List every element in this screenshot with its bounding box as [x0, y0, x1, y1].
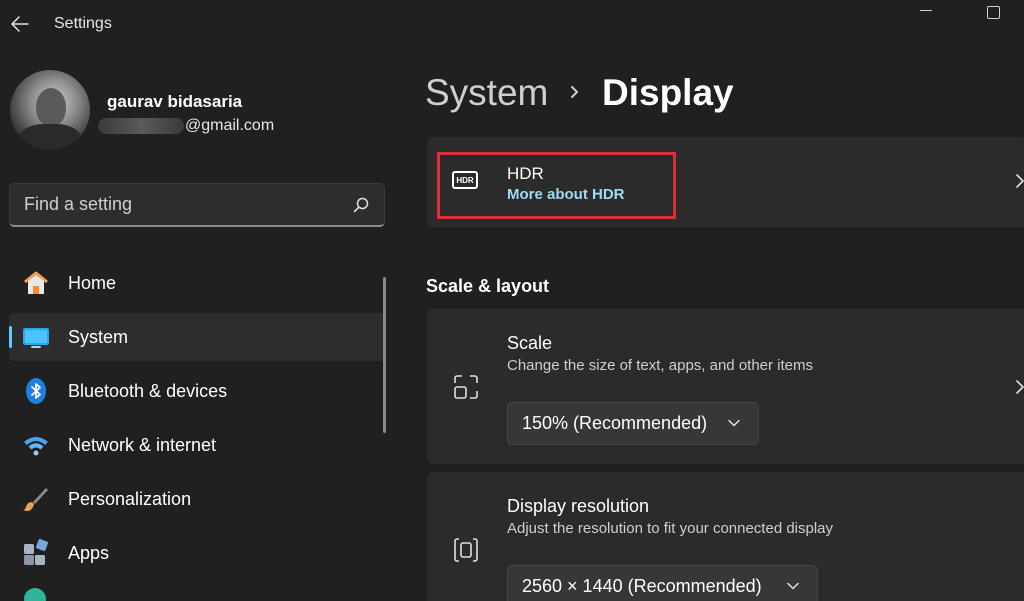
chevron-down-icon [728, 419, 740, 427]
chevron-right-icon [1016, 380, 1024, 394]
search-box[interactable] [9, 183, 385, 227]
sidebar-item-label: Apps [68, 543, 110, 563]
sidebar-item-label: Network & internet [68, 435, 217, 455]
scale-icon [454, 375, 478, 399]
display-resolution-description: Adjust the resolution to fit your connec… [507, 520, 834, 537]
sidebar-item-label: Personalization [68, 489, 192, 509]
section-title: Scale & layout [426, 276, 550, 296]
sidebar-item-next-icon [24, 588, 46, 601]
active-indicator [9, 326, 12, 348]
breadcrumb-parent[interactable]: System [425, 72, 548, 114]
bluetooth-icon [22, 377, 50, 405]
sidebar-item-label: System [68, 327, 129, 347]
resolution-icon [454, 538, 478, 562]
user-email: @gmail.com [98, 116, 274, 136]
back-arrow-icon [11, 16, 29, 32]
page-title: Display [602, 72, 734, 113]
sidebar-item-home[interactable]: Home [9, 259, 385, 307]
user-name: gaurav bidasaria [107, 92, 243, 111]
maximize-button[interactable] [987, 6, 1000, 19]
search-input[interactable] [10, 184, 340, 224]
brush-icon [22, 485, 50, 513]
email-domain: @gmail.com [185, 117, 275, 134]
sidebar-item-system[interactable]: System [9, 313, 385, 361]
sidebar-item-bluetooth[interactable]: Bluetooth & devices [9, 367, 385, 415]
sidebar-item-label: Home [68, 273, 117, 293]
chevron-right-icon [1016, 174, 1024, 188]
email-redaction [98, 118, 184, 134]
sidebar-scrollbar[interactable] [383, 277, 386, 433]
highlight-annotation [437, 152, 676, 219]
minimize-button[interactable] [920, 10, 932, 11]
display-resolution-dropdown[interactable]: 2560 × 1440 (Recommended) [507, 565, 818, 601]
avatar[interactable] [10, 70, 90, 150]
scale-dropdown[interactable]: 150% (Recommended) [507, 402, 759, 445]
sidebar-item-personalization[interactable]: Personalization [9, 475, 385, 523]
apps-icon [22, 539, 50, 567]
scale-description: Change the size of text, apps, and other… [507, 357, 814, 374]
resolution-dropdown-value: 2560 × 1440 (Recommended) [522, 576, 762, 596]
sidebar-item-network[interactable]: Network & internet [9, 421, 385, 469]
chevron-right-icon [571, 86, 578, 98]
search-icon[interactable] [352, 196, 370, 214]
back-button[interactable] [8, 12, 32, 36]
scale-dropdown-value: 150% (Recommended) [522, 413, 708, 433]
display-resolution-title: Display resolution [507, 496, 650, 516]
wifi-icon [22, 431, 50, 459]
scale-title: Scale [507, 333, 553, 353]
sidebar-item-label: Bluetooth & devices [68, 381, 228, 401]
home-icon [22, 269, 50, 297]
sidebar-item-apps[interactable]: Apps [9, 529, 385, 577]
chevron-down-icon [787, 582, 799, 590]
monitor-icon [22, 323, 50, 351]
app-title: Settings [54, 15, 112, 32]
